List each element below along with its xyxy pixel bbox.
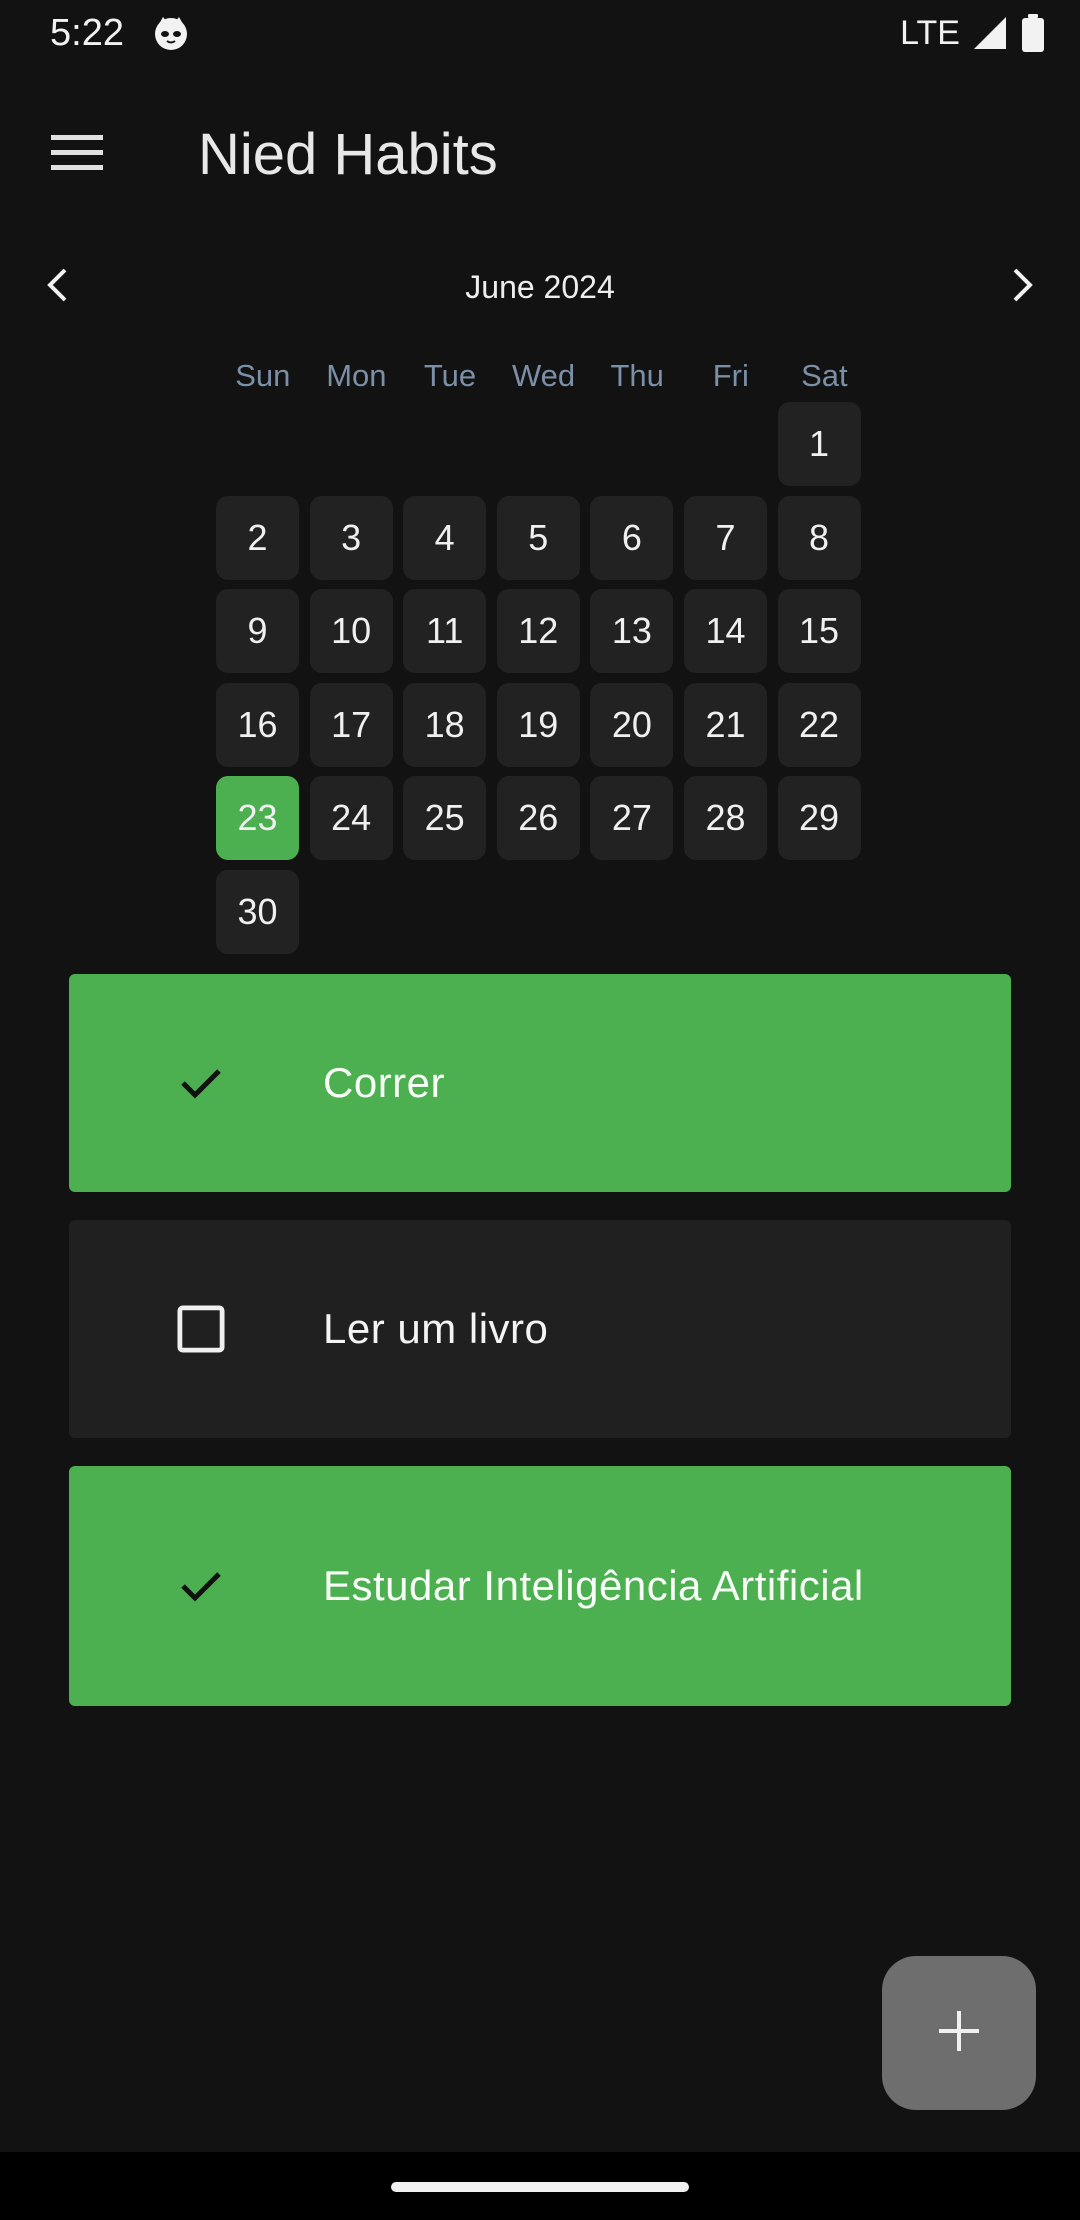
home-indicator[interactable] bbox=[391, 2182, 689, 2192]
calendar-day-empty bbox=[403, 402, 486, 486]
calendar-day[interactable]: 15 bbox=[777, 589, 861, 674]
weekday-label: Mon bbox=[326, 358, 387, 393]
calendar-day[interactable]: 1 bbox=[777, 402, 861, 486]
status-bar: 5:22 LTE bbox=[0, 0, 1080, 66]
habit-item[interactable]: Ler um livro bbox=[69, 1220, 1011, 1438]
weekday-label: Wed bbox=[511, 358, 576, 393]
habit-item[interactable]: Correr bbox=[69, 974, 1011, 1192]
app-bar: Nied Habits bbox=[0, 66, 1080, 216]
calendar-day[interactable]: 22 bbox=[777, 682, 861, 767]
calendar-day-empty bbox=[497, 402, 580, 486]
next-month-button[interactable] bbox=[988, 252, 1058, 322]
calendar-day[interactable]: 14 bbox=[683, 589, 767, 674]
signal-icon bbox=[972, 15, 1008, 51]
calendar-day[interactable]: 3 bbox=[309, 495, 393, 580]
calendar-day[interactable]: 20 bbox=[590, 682, 674, 767]
weekday-label: Thu bbox=[610, 358, 664, 393]
weekday-label: Tue bbox=[423, 358, 477, 393]
weekday-label: Fri bbox=[712, 358, 749, 393]
habit-label: Ler um livro bbox=[323, 1305, 549, 1352]
calendar-day[interactable]: 16 bbox=[216, 682, 299, 767]
calendar-day-empty bbox=[684, 402, 767, 486]
plus-icon bbox=[937, 2009, 981, 2058]
calendar-day[interactable]: 18 bbox=[403, 682, 487, 767]
calendar-day-selected[interactable]: 23 bbox=[216, 776, 299, 861]
checkmark-icon[interactable] bbox=[177, 1059, 225, 1107]
network-type-label: LTE bbox=[900, 14, 960, 52]
weekday-row: Sun Mon Tue Wed Thu Fri Sat bbox=[216, 352, 872, 400]
calendar-header: June 2024 bbox=[0, 246, 1080, 326]
weekday-label: Sat bbox=[801, 358, 848, 393]
calendar-day[interactable]: 2 bbox=[216, 495, 299, 580]
checkbox-unchecked-icon[interactable] bbox=[177, 1305, 225, 1353]
calendar-day-empty bbox=[310, 402, 393, 486]
calendar-day[interactable]: 19 bbox=[496, 682, 580, 767]
habit-label: Correr bbox=[323, 1059, 446, 1106]
calendar-day[interactable]: 21 bbox=[683, 682, 767, 767]
calendar-day[interactable]: 30 bbox=[216, 869, 299, 954]
calendar-day[interactable]: 25 bbox=[403, 776, 487, 861]
navigation-bar bbox=[0, 2152, 1080, 2220]
hamburger-menu-icon bbox=[51, 133, 103, 178]
calendar-day[interactable]: 27 bbox=[590, 776, 674, 861]
cat-notification-icon bbox=[152, 14, 190, 52]
chevron-right-icon bbox=[1011, 267, 1035, 308]
calendar-day[interactable]: 4 bbox=[403, 495, 487, 580]
calendar-day-empty bbox=[590, 402, 673, 486]
status-time: 5:22 bbox=[50, 12, 124, 54]
calendar-day[interactable]: 11 bbox=[403, 589, 487, 674]
calendar-day[interactable]: 7 bbox=[683, 495, 767, 580]
calendar-month-label: June 2024 bbox=[465, 269, 615, 305]
app-title: Nied Habits bbox=[198, 122, 498, 187]
habit-label: Estudar Inteligência Artificial bbox=[323, 1562, 864, 1609]
battery-icon bbox=[1020, 14, 1046, 52]
calendar-day[interactable]: 26 bbox=[496, 776, 580, 861]
calendar-day[interactable]: 8 bbox=[777, 495, 861, 580]
habit-list: Correr Ler um livro Estudar Inteligência… bbox=[69, 974, 1011, 1734]
menu-button[interactable] bbox=[30, 108, 124, 202]
calendar-day-grid: 1 2 3 4 5 6 7 8 9 10 11 12 13 14 15 16 17 18 19 20 21 22 23 24 2… bbox=[216, 402, 872, 954]
calendar-day[interactable]: 28 bbox=[683, 776, 767, 861]
calendar-day-empty bbox=[216, 402, 299, 486]
calendar-day[interactable]: 5 bbox=[496, 495, 580, 580]
calendar-day[interactable]: 17 bbox=[309, 682, 393, 767]
calendar-day[interactable]: 29 bbox=[777, 776, 861, 861]
calendar-day[interactable]: 24 bbox=[309, 776, 393, 861]
habit-item[interactable]: Estudar Inteligência Artificial bbox=[69, 1466, 1011, 1706]
weekday-label: Sun bbox=[235, 358, 291, 393]
calendar-day[interactable]: 9 bbox=[216, 589, 299, 674]
status-right-group: LTE bbox=[900, 8, 1046, 58]
add-habit-button[interactable] bbox=[882, 1956, 1036, 2110]
calendar-day[interactable]: 13 bbox=[590, 589, 674, 674]
calendar-day[interactable]: 10 bbox=[309, 589, 393, 674]
calendar-day[interactable]: 12 bbox=[496, 589, 580, 674]
calendar-day[interactable]: 6 bbox=[590, 495, 674, 580]
checkmark-icon[interactable] bbox=[177, 1562, 225, 1610]
